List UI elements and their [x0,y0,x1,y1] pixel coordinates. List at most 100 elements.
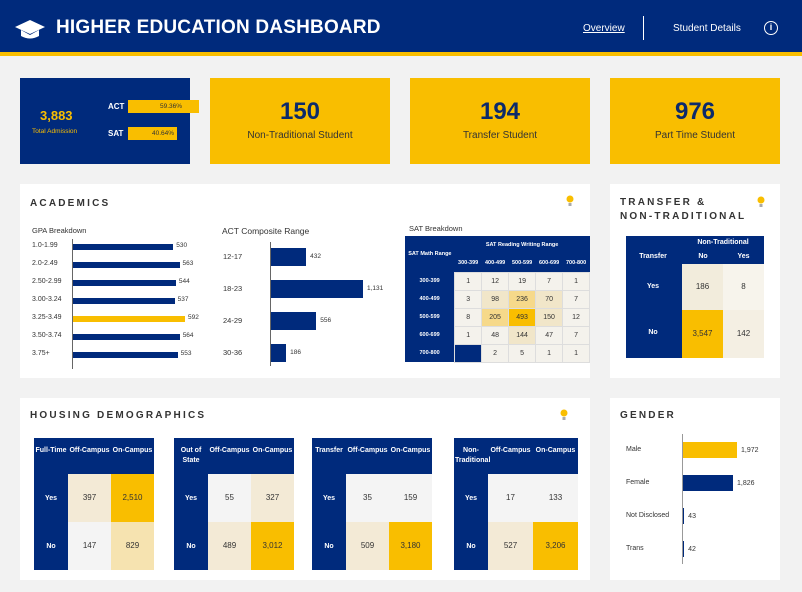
graduation-cap-icon [15,20,45,39]
transfer-cell: 142 [723,310,764,358]
act-category-label: 18-23 [223,284,243,293]
housing-cell: 327 [251,474,294,522]
kpi-value: 150 [279,98,321,125]
dashboard-title: HIGHER EDUCATION DASHBOARD [56,17,381,38]
housing-cell: 2,510 [111,474,154,522]
housing-cell: 509 [346,522,389,570]
gpa-bar[interactable] [73,334,180,340]
nav-overview[interactable]: Overview [583,23,625,34]
housing-cell: 35 [346,474,389,522]
lightbulb-icon[interactable] [757,196,765,208]
gpa-chart-title: GPA Breakdown [32,226,87,235]
transfer-col-header: Non-Traditional [697,239,749,246]
housing-cell: 3,012 [251,522,294,570]
gpa-bar[interactable] [73,262,180,268]
housing-matrix: Transfer Off-Campus On-Campus Yes 35 159 No 509… [312,438,432,570]
act-bar[interactable] [271,280,363,298]
gender-bar-value: 1,826 [737,480,755,487]
housing-matrix: Full-Time Off-Campus On-Campus Yes 397 2,510 N… [34,438,154,570]
sat-row-header: SAT Math Range [405,236,455,272]
gpa-bar[interactable] [73,298,175,304]
sat-heatmap-cell: 1 [535,343,564,363]
sat-heatmap-cell: 98 [481,289,510,309]
sat-chart-title: SAT Breakdown [409,224,463,233]
sat-heatmap-cell: 1 [562,343,590,363]
transfer-title-line2: NON-TRADITIONAL [620,211,747,222]
transfer-matrix: Non-Traditional Transfer No Yes Yes No 1… [626,236,764,358]
sat-col-label: 400-499 [481,254,509,272]
gpa-bar[interactable] [73,352,178,358]
act-category-label: 24-29 [223,316,243,325]
gender-bar[interactable] [683,475,733,491]
sat-heatmap-cell: 12 [562,307,590,327]
act-bar[interactable] [271,344,287,362]
kpi-card-non-traditional: 150 Non-Traditional Student [210,78,390,164]
sat-heatmap-cell: 8 [454,307,483,327]
kpi-value: 194 [479,98,521,125]
housing-col-label: Off-Campus [209,447,250,454]
academics-title: ACADEMICS [30,198,111,209]
transfer-row-label: Yes [646,283,660,290]
gender-category-label: Female [626,479,650,486]
sat-heatmap-cell: 12 [481,271,510,291]
gpa-bar[interactable] [73,244,174,250]
housing-row-header: Non-Traditional [455,447,491,464]
gender-chart: Male 1,972 Female 1,826 Not Disclosed 43 Trans… [610,442,780,572]
kpi-card-transfer: 194 Transfer Student [410,78,590,164]
total-admission-label: Total Admission [32,128,78,135]
gpa-category-label: 2.0-2.49 [32,260,58,267]
gender-bar[interactable] [683,442,737,458]
sat-heatmap-cell: 7 [535,271,564,291]
sat-label: SAT [108,129,124,138]
transfer-row-header: Transfer [639,253,667,260]
gender-category-label: Not Disclosed [626,512,670,519]
housing-col-label: Off-Campus [347,447,388,454]
gpa-chart: 1.0-1.99 530 2.0-2.49 563 2.50-2.99 544 3.00-3… [20,242,220,372]
nav-student-details[interactable]: Student Details [673,23,741,34]
act-bar-value: 432 [310,253,321,260]
gpa-bar-value: 553 [180,350,192,357]
info-icon[interactable]: i [764,21,778,35]
act-chart-title: ACT Composite Range [222,226,310,236]
gender-bar[interactable] [683,541,685,557]
gpa-category-label: 3.00-3.24 [32,296,62,303]
housing-row-label: Yes [44,495,58,502]
sat-heatmap-cell: 150 [535,307,564,327]
kpi-label: Part Time Student [654,130,736,141]
housing-cell: 17 [488,474,533,522]
nav-divider [643,16,644,40]
kpi-value: 976 [674,98,716,125]
sat-row-label: 500-599 [405,308,455,326]
lightbulb-icon[interactable] [560,409,568,421]
gpa-bar[interactable] [73,280,176,286]
gender-bar[interactable] [683,508,685,524]
sat-heatmap-cell: 1 [562,271,590,291]
sat-heatmap-cell: 1 [454,325,483,345]
sat-heatmap-cell: 47 [535,325,564,345]
transfer-col-label: No [698,253,708,260]
gpa-bar-value: 530 [176,242,188,249]
transfer-cell: 8 [723,264,764,310]
transfer-col-label: Yes [737,253,750,260]
sat-col-label: 600-699 [535,254,563,272]
act-bar[interactable] [271,312,317,330]
sat-heatmap-cell: 144 [508,325,537,345]
sat-heatmap-cell: 7 [562,325,590,345]
academics-panel: ACADEMICS GPA Breakdown 1.0-1.99 530 2.0-2… [20,184,590,378]
housing-panel: HOUSING DEMOGRAPHICS Full-Time Off-Campus… [20,398,590,580]
act-category-label: 12-17 [223,252,243,261]
act-chart: 12-17 432 18-23 1,131 24-29 556 30-36 186 [220,248,410,368]
housing-row-label: Yes [322,495,336,502]
gpa-bar[interactable] [73,316,185,322]
sat-row-label: 400-499 [405,290,455,308]
act-bar[interactable] [271,248,307,266]
kpi-label: Non-Traditional Student [247,130,353,141]
transfer-title-line1: TRANSFER & [620,197,707,208]
sat-heatmap-cell: 70 [535,289,564,309]
housing-cell: 55 [208,474,251,522]
housing-row-label: No [186,543,196,550]
housing-col-label: On-Campus [252,447,293,454]
lightbulb-icon[interactable] [566,195,574,207]
housing-row-label: No [324,543,334,550]
sat-row-label: 700-800 [405,344,455,362]
